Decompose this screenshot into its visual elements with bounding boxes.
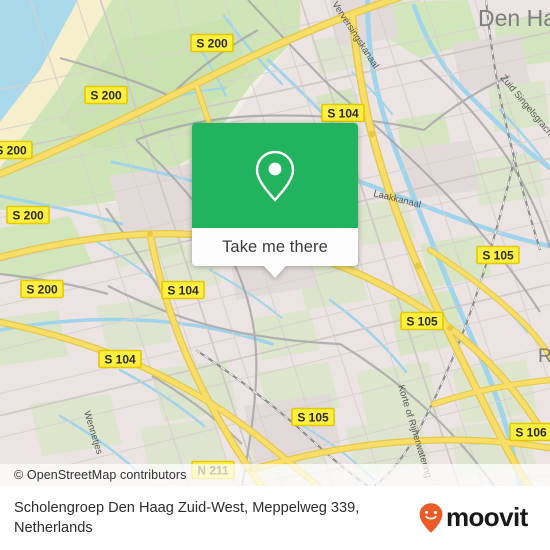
map-place-label-r: R bbox=[538, 346, 550, 367]
route-shield: S 104 bbox=[98, 349, 142, 369]
route-shield: S 200 bbox=[84, 85, 128, 105]
route-shield-label: S 200 bbox=[12, 209, 44, 223]
route-shield-label: S 200 bbox=[0, 144, 27, 158]
route-shield-label: S 104 bbox=[104, 353, 136, 367]
map-pin-icon bbox=[255, 150, 295, 202]
route-shield: S 104 bbox=[321, 103, 365, 123]
route-shield-label: S 200 bbox=[90, 89, 122, 103]
route-shield-label: S 105 bbox=[297, 411, 329, 425]
route-shield-label: S 106 bbox=[515, 426, 547, 440]
route-shield: S 104 bbox=[161, 280, 205, 300]
moovit-logo[interactable]: moovit bbox=[418, 502, 550, 534]
route-shield-label: S 104 bbox=[167, 284, 199, 298]
route-shield-label: S 200 bbox=[196, 37, 228, 51]
popup-action-button[interactable]: Take me there bbox=[192, 228, 358, 266]
map-place-label-den-haag: Den Haag bbox=[478, 5, 550, 31]
route-shield: S 105 bbox=[291, 407, 335, 427]
osm-attribution-text: © OpenStreetMap contributors bbox=[14, 468, 187, 482]
popup-action-label: Take me there bbox=[222, 237, 328, 256]
route-shield-label: S 105 bbox=[406, 315, 438, 329]
footer-bar: Scholengroep Den Haag Zuid-West, Meppelw… bbox=[0, 486, 550, 550]
moovit-wordmark: moovit bbox=[446, 504, 529, 532]
osm-attribution[interactable]: © OpenStreetMap contributors bbox=[0, 464, 550, 486]
address-line-2: Netherlands bbox=[14, 520, 93, 536]
route-shield-label: S 105 bbox=[482, 249, 514, 263]
route-shield: S 105 bbox=[476, 245, 520, 265]
route-shield: S 200 bbox=[20, 279, 64, 299]
route-shield: S 200 bbox=[190, 33, 234, 53]
location-address: Scholengroep Den Haag Zuid-West, Meppelw… bbox=[0, 498, 418, 538]
location-popup-card[interactable]: Take me there bbox=[192, 123, 358, 278]
popup-tail bbox=[264, 266, 286, 278]
route-shield: S 200 bbox=[0, 140, 33, 160]
address-line-1: Scholengroep Den Haag Zuid-West, Meppelw… bbox=[14, 500, 360, 516]
route-shield: S 105 bbox=[400, 311, 444, 331]
route-shield-label: S 104 bbox=[327, 107, 359, 121]
route-shield-label: S 200 bbox=[26, 283, 58, 297]
popup-icon-area bbox=[192, 123, 358, 228]
route-shield: S 106 bbox=[509, 422, 550, 442]
route-shield: S 200 bbox=[6, 205, 50, 225]
moovit-pin-icon bbox=[419, 503, 443, 533]
moovit-wordmark-text: moovit bbox=[446, 504, 529, 532]
map-screenshot: Verversingskanaal Zuid Singelsgracht Laa… bbox=[0, 0, 550, 550]
map-canvas[interactable]: Verversingskanaal Zuid Singelsgracht Laa… bbox=[0, 0, 550, 486]
